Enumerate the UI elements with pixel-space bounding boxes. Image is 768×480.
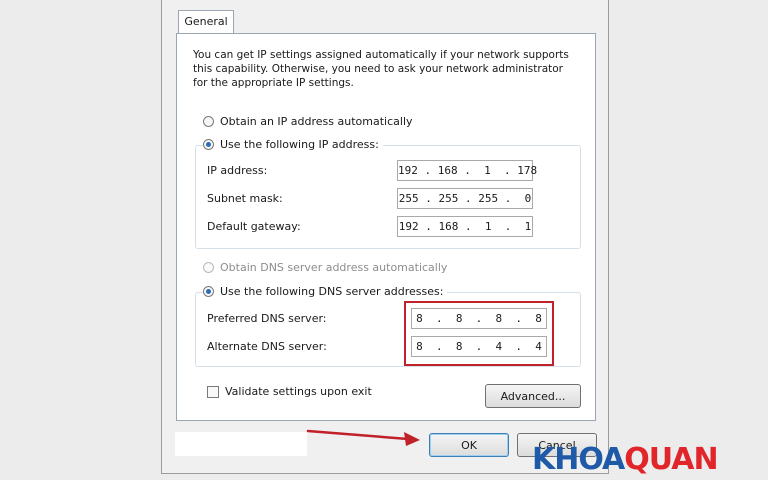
khoaquan-logo: KHOAQUAN (532, 442, 719, 477)
radio-button-disabled-icon[interactable] (203, 262, 214, 273)
default-gateway-label: Default gateway: (207, 220, 301, 233)
logo-text-quan: QUAN (624, 442, 718, 477)
dns-highlight-annotation (404, 301, 554, 366)
radio-use-following-dns[interactable]: Use the following DNS server addresses: (203, 285, 448, 298)
preferred-dns-label: Preferred DNS server: (207, 312, 327, 325)
description-line: for the appropriate IP settings. (193, 77, 354, 89)
validate-settings-label: Validate settings upon exit (225, 385, 372, 398)
tab-general[interactable]: General (178, 10, 234, 34)
radio-obtain-ip-auto-label: Obtain an IP address automatically (220, 115, 413, 128)
radio-obtain-dns-auto-label: Obtain DNS server address automatically (220, 261, 448, 274)
radio-obtain-dns-auto[interactable]: Obtain DNS server address automatically (203, 261, 447, 274)
radio-button-checked-icon[interactable] (203, 139, 214, 150)
red-arrow-annotation (306, 429, 420, 446)
ip-address-input[interactable]: 192 . 168 . 1 . 178 (397, 160, 537, 181)
general-tab-panel: You can get IP settings assigned automat… (176, 33, 596, 421)
radio-obtain-ip-auto[interactable]: Obtain an IP address automatically (203, 115, 413, 128)
radio-button-icon[interactable] (203, 116, 214, 127)
advanced-button[interactable]: Advanced... (485, 384, 581, 408)
subnet-mask-label: Subnet mask: (207, 192, 283, 205)
checkbox-icon[interactable] (207, 385, 219, 398)
ip-address-label: IP address: (207, 164, 268, 177)
radio-use-following-ip[interactable]: Use the following IP address: (203, 138, 383, 151)
subnet-mask-input[interactable]: 255 . 255 . 255 . 0 (397, 188, 533, 209)
ok-button[interactable]: OK (429, 433, 509, 457)
blank-area (175, 432, 307, 456)
alternate-dns-label: Alternate DNS server: (207, 340, 327, 353)
logo-text-khoa: KHOA (532, 442, 625, 477)
description-line: this capability. Otherwise, you need to … (193, 63, 564, 75)
tcpip-properties-dialog: General You can get IP settings assigned… (161, 0, 609, 474)
radio-use-following-dns-label: Use the following DNS server addresses: (220, 285, 444, 298)
validate-settings-checkbox[interactable]: Validate settings upon exit (207, 385, 372, 398)
description-text: You can get IP settings assigned automat… (193, 48, 585, 90)
radio-use-following-ip-label: Use the following IP address: (220, 138, 379, 151)
default-gateway-input[interactable]: 192 . 168 . 1 . 1 (397, 216, 533, 237)
description-line: You can get IP settings assigned automat… (193, 49, 569, 61)
radio-button-checked-icon[interactable] (203, 286, 214, 297)
